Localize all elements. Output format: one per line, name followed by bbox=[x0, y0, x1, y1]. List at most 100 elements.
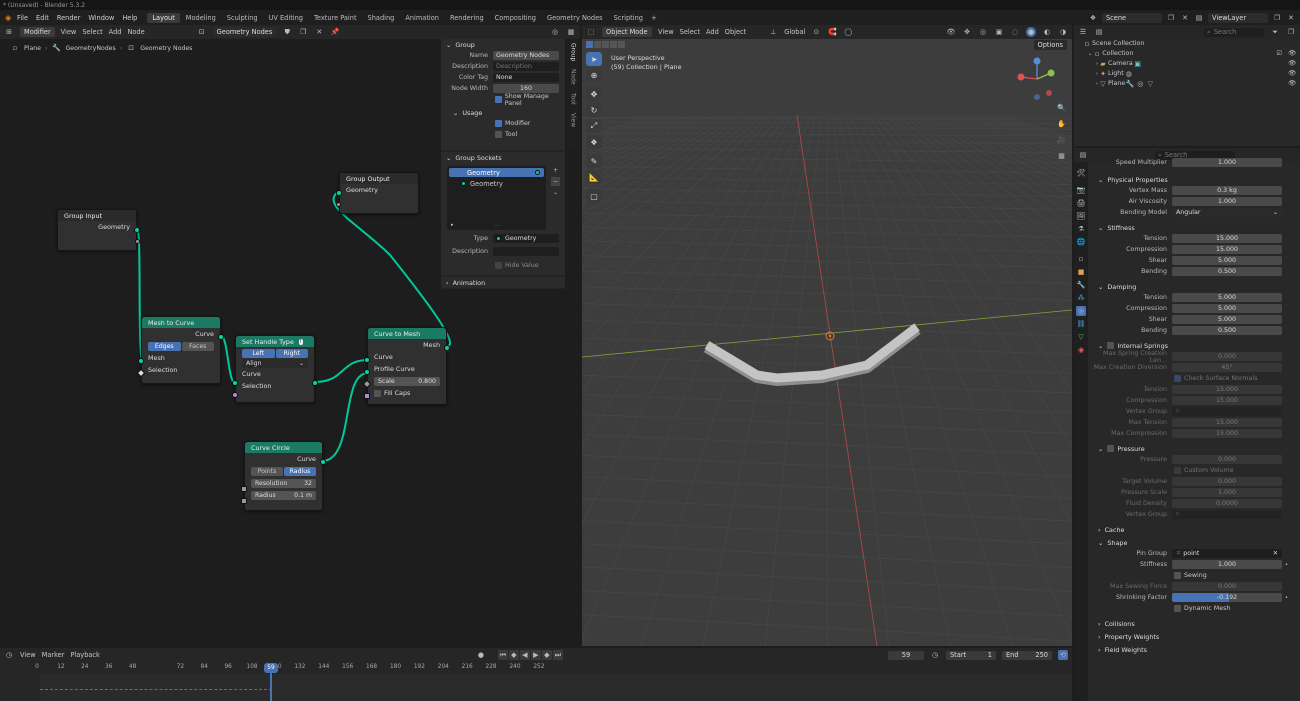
mode-faces[interactable]: Faces bbox=[181, 341, 214, 351]
group-sockets-header[interactable]: ⌄ Group Sockets bbox=[441, 152, 565, 163]
zoom-icon[interactable]: 🔍 bbox=[1055, 101, 1068, 114]
shape-header[interactable]: ⌄ Shape bbox=[1090, 537, 1296, 548]
mode-radius[interactable]: Radius bbox=[284, 466, 316, 476]
custom-volume-checkbox[interactable] bbox=[1174, 467, 1181, 474]
clear-icon[interactable]: ✕ bbox=[1273, 550, 1278, 557]
measure-tool-icon[interactable]: 📐 bbox=[586, 170, 602, 184]
fluid-density-field[interactable]: 0.0000 bbox=[1172, 499, 1282, 508]
sewing-checkbox[interactable] bbox=[1174, 572, 1181, 579]
chevron-down-icon[interactable]: ⌄ bbox=[551, 188, 560, 197]
vertex-mass-field[interactable]: 0.3 kg bbox=[1172, 186, 1282, 195]
current-frame-field[interactable]: 59 bbox=[888, 650, 924, 660]
mode-points[interactable]: Points bbox=[251, 466, 283, 476]
animation-panel-header[interactable]: › Animation bbox=[441, 277, 565, 288]
handle-right[interactable]: Right bbox=[275, 348, 308, 358]
sidebar-tab-node[interactable]: Node bbox=[570, 69, 577, 85]
internal-springs-checkbox[interactable] bbox=[1107, 342, 1115, 349]
select-extend-icon[interactable] bbox=[594, 41, 601, 48]
view-layer-tab-icon[interactable]: 🖼 bbox=[1076, 211, 1086, 221]
add-socket-icon[interactable]: + bbox=[551, 166, 560, 175]
max-sewing-force-field[interactable]: 0.000 bbox=[1172, 582, 1282, 591]
collection-tab-icon[interactable]: ▫ bbox=[1076, 254, 1086, 264]
mode-edges[interactable]: Edges bbox=[148, 341, 181, 351]
select-menu[interactable]: Select bbox=[680, 28, 700, 36]
editor-type-icon[interactable]: ▤ bbox=[1078, 150, 1088, 160]
select-tool-icon[interactable]: ➤ bbox=[586, 52, 602, 66]
socket-curve-out[interactable] bbox=[320, 459, 326, 465]
tab-shading[interactable]: Shading bbox=[363, 13, 400, 23]
target-volume-field[interactable]: 0.000 bbox=[1172, 477, 1282, 486]
pivot-icon[interactable]: ⊙ bbox=[811, 27, 821, 37]
sidebar-tab-tool[interactable]: Tool bbox=[570, 93, 577, 105]
socket-curve-out[interactable] bbox=[218, 334, 224, 340]
menu-window[interactable]: Window bbox=[88, 14, 114, 22]
select-new-icon[interactable] bbox=[586, 41, 593, 48]
socket-selection-in[interactable] bbox=[232, 392, 238, 398]
stiffness-tension-field[interactable]: 15.000 bbox=[1172, 234, 1282, 243]
keyframe-dot-icon[interactable]: • bbox=[1285, 562, 1288, 568]
clock-icon[interactable]: ◷ bbox=[930, 650, 940, 660]
max-compression-field[interactable]: 15.000 bbox=[1172, 429, 1282, 438]
shrinking-factor-field[interactable]: -0.192 bbox=[1172, 593, 1282, 602]
pressure-checkbox[interactable] bbox=[1107, 445, 1115, 452]
add-workspace-icon[interactable]: + bbox=[649, 13, 659, 23]
socket-mesh-in[interactable] bbox=[138, 358, 144, 364]
timeline[interactable]: ◷ View Marker Playback ● ⏮ ◆ ◀ ▶ ◆ ⏭ 59 … bbox=[0, 648, 1072, 701]
filter-icon[interactable]: ⏷ bbox=[1270, 27, 1280, 37]
rotate-tool-icon[interactable]: ↻ bbox=[586, 103, 602, 117]
new-view-layer-icon[interactable]: ❐ bbox=[1272, 13, 1282, 23]
node-group-input[interactable]: Group Input Geometry bbox=[57, 209, 140, 251]
node-set-handle-type[interactable]: Set Handle Type! Left Right Align ⌄ Curve… bbox=[232, 335, 318, 403]
socket-geometry-out[interactable] bbox=[134, 227, 140, 233]
delete-view-layer-icon[interactable]: ✕ bbox=[1286, 13, 1296, 23]
tool-tab-icon[interactable]: 🛠 bbox=[1076, 168, 1086, 178]
socket-list[interactable]: Geometry Geometry ▸ ⋯ bbox=[447, 166, 546, 230]
tab-layout[interactable]: Layout bbox=[147, 12, 180, 23]
outliner-search[interactable]: ⌕ Search bbox=[1204, 27, 1264, 37]
dynamic-mesh-checkbox[interactable] bbox=[1174, 605, 1181, 612]
editor-type-icon[interactable]: ☰ bbox=[1078, 27, 1088, 37]
bending-model-dropdown[interactable]: Angular ⌄ bbox=[1172, 208, 1282, 217]
play-reverse-icon[interactable]: ◀ bbox=[519, 650, 530, 660]
grip-icon[interactable]: ⋯ bbox=[495, 223, 500, 229]
max-creation-diversion-field[interactable]: 45° bbox=[1172, 363, 1282, 372]
menu-file[interactable]: File bbox=[17, 14, 28, 22]
outliner-item-plane[interactable]: › ▽ Plane 🔧 ◎ ▽ 👁 bbox=[1082, 79, 1300, 89]
tab-modeling[interactable]: Modeling bbox=[181, 13, 221, 23]
transform-tool-icon[interactable]: ❖ bbox=[586, 135, 602, 149]
socket-resolution-in[interactable] bbox=[241, 486, 247, 492]
node-curve-to-mesh[interactable]: Curve to Mesh Mesh Curve Profile Curve S… bbox=[362, 327, 450, 405]
resolution-field[interactable]: Resolution 32 bbox=[251, 478, 316, 488]
node-mesh-to-curve[interactable]: Mesh to Curve Curve Edges Faces Mesh Sel… bbox=[136, 316, 224, 384]
transform-orientation[interactable]: Global bbox=[784, 28, 805, 36]
blender-logo-icon[interactable]: ◉ bbox=[3, 13, 13, 23]
scene-tab-icon[interactable]: ⚗ bbox=[1076, 224, 1086, 234]
scale-field[interactable]: Scale 0.800 bbox=[374, 376, 440, 386]
new-collection-icon[interactable]: ❐ bbox=[1286, 27, 1296, 37]
tab-animation[interactable]: Animation bbox=[400, 13, 444, 23]
checkbox-icon[interactable]: ☑ bbox=[1276, 49, 1282, 59]
damping-tension-field[interactable]: 5.000 bbox=[1172, 293, 1282, 302]
socket-profile-in[interactable] bbox=[364, 369, 370, 375]
move-tool-icon[interactable]: ✥ bbox=[586, 87, 602, 101]
object-tab-icon[interactable]: ■ bbox=[1076, 267, 1086, 277]
shape-stiffness-field[interactable]: 1.000 bbox=[1172, 560, 1282, 569]
springs-tension-field[interactable]: 15.000 bbox=[1172, 385, 1282, 394]
playhead[interactable]: 59 bbox=[264, 663, 278, 673]
socket-curve-in[interactable] bbox=[364, 357, 370, 363]
select-intersect-icon[interactable] bbox=[618, 41, 625, 48]
tab-uv-editing[interactable]: UV Editing bbox=[264, 13, 308, 23]
property-weights-header[interactable]: › Property Weights bbox=[1090, 631, 1296, 642]
proportional-edit-icon[interactable]: ◯ bbox=[843, 27, 853, 37]
pressure-header[interactable]: ⌄ Pressure bbox=[1090, 443, 1296, 454]
modifiers-tab-icon[interactable]: 🔧 bbox=[1076, 280, 1086, 290]
select-invert-icon[interactable] bbox=[610, 41, 617, 48]
editor-type-icon[interactable]: ⬚ bbox=[586, 27, 596, 37]
rendered-shading-icon[interactable]: ◑ bbox=[1058, 27, 1068, 37]
sync-icon[interactable]: ⟲ bbox=[1058, 650, 1068, 660]
socket-type-dropdown[interactable]: Geometry bbox=[493, 234, 559, 243]
ortho-grid-icon[interactable]: ▦ bbox=[1055, 149, 1068, 162]
xray-icon[interactable]: ▣ bbox=[994, 27, 1004, 37]
constraints-tab-icon[interactable]: ⛓ bbox=[1076, 319, 1086, 329]
end-frame-field[interactable]: End 250 bbox=[1002, 650, 1052, 660]
